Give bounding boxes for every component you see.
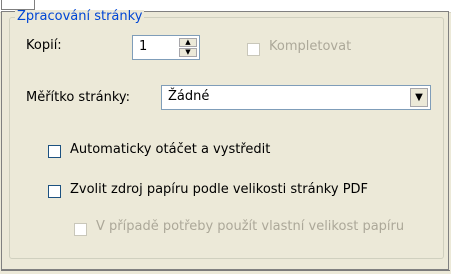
collate-checkbox[interactable]: [247, 43, 260, 56]
arrow-down-icon[interactable]: ▼: [179, 48, 197, 57]
paper-source-checkbox[interactable]: [48, 185, 61, 198]
group-title: Zpracování stránky: [15, 9, 145, 24]
scale-select[interactable]: Žádné ▼: [161, 85, 431, 110]
paper-source-label: Zvolit zdroj papíru podle velikosti strá…: [70, 182, 369, 197]
bottom-divider: [1, 270, 450, 271]
custom-paper-checkbox[interactable]: [74, 223, 87, 236]
copies-stepper[interactable]: 1 ▲ ▼: [132, 35, 200, 60]
auto-rotate-label: Automaticky otáčet a vystředit: [70, 142, 271, 157]
scale-selected: Žádné: [168, 89, 210, 104]
copies-label: Kopií:: [26, 38, 62, 53]
custom-paper-label: V případě potřeby použít vlastní velikos…: [96, 219, 405, 234]
copies-spin: ▲ ▼: [179, 38, 197, 58]
auto-rotate-checkbox[interactable]: [48, 145, 61, 158]
copies-value[interactable]: 1: [139, 39, 147, 55]
arrow-up-icon[interactable]: ▲: [179, 38, 197, 47]
collate-label: Kompletovat: [269, 39, 352, 54]
scale-label: Měřítko stránky:: [26, 90, 131, 105]
chevron-down-icon[interactable]: ▼: [410, 88, 428, 107]
